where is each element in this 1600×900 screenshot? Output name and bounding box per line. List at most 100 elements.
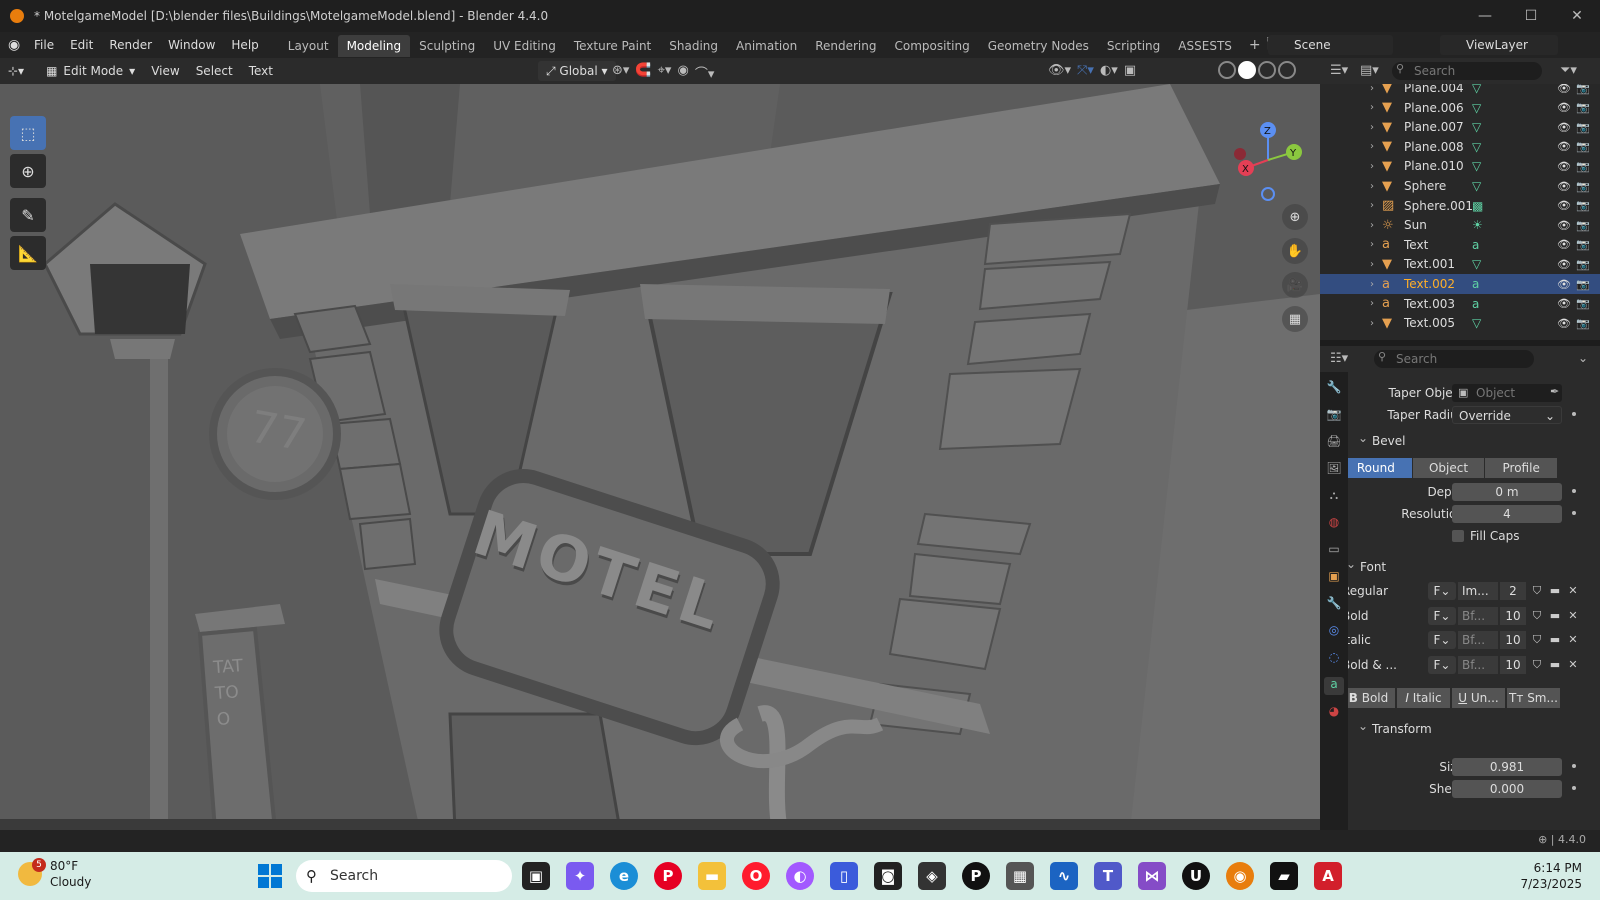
text-data-icon[interactable]: a xyxy=(1472,297,1479,311)
filter-icon[interactable]: ⏷▾ xyxy=(1560,63,1577,78)
outliner-row[interactable]: › ▼ Plane.008 ▽ 👁 📷 xyxy=(1320,137,1600,157)
tab-sculpting[interactable]: Sculpting xyxy=(410,35,484,57)
transform-panel-header[interactable]: Transform xyxy=(1354,715,1594,740)
chevron-right-icon[interactable]: › xyxy=(1370,84,1374,94)
gizmo-icon[interactable]: ⤧▾ xyxy=(1077,63,1094,78)
menu-view[interactable]: View xyxy=(143,64,187,78)
render-camera-icon[interactable]: 📷 xyxy=(1576,160,1590,173)
outliner-row[interactable]: › a Text.002 a 👁 📷 xyxy=(1320,274,1600,294)
bevel-profile-button[interactable]: Profile xyxy=(1485,458,1559,478)
figma-icon[interactable]: ◐ xyxy=(786,862,814,890)
view-layer-tab-icon[interactable]: 🖼 xyxy=(1324,461,1344,479)
outliner-row[interactable]: › ▼ Sphere ▽ 👁 📷 xyxy=(1320,176,1600,196)
render-camera-icon[interactable]: 📷 xyxy=(1576,238,1590,251)
outliner-row[interactable]: › ▼ Plane.010 ▽ 👁 📷 xyxy=(1320,156,1600,176)
taper-radius-dropdown[interactable]: Override ⌄ xyxy=(1452,406,1562,424)
weather-widget[interactable]: 5 80°F Cloudy xyxy=(18,858,91,890)
navigation-gizmo[interactable]: Z Y X xyxy=(1232,118,1308,202)
menu-edit[interactable]: Edit xyxy=(62,32,101,58)
eye-icon[interactable]: 👁 xyxy=(1557,278,1571,291)
fill-caps-checkbox[interactable] xyxy=(1452,530,1464,542)
outliner-row[interactable]: › ▼ Plane.007 ▽ 👁 📷 xyxy=(1320,117,1600,137)
tab-geometry-nodes[interactable]: Geometry Nodes xyxy=(979,35,1098,57)
render-camera-icon[interactable]: 📷 xyxy=(1576,199,1590,212)
add-workspace-icon[interactable]: + xyxy=(1241,37,1269,53)
chevron-right-icon[interactable]: › xyxy=(1370,200,1374,211)
eye-icon[interactable]: 👁 xyxy=(1557,180,1571,193)
eyedropper-icon[interactable]: ✒ xyxy=(1550,385,1559,398)
maximize-button[interactable]: ☐ xyxy=(1508,0,1554,32)
menu-help[interactable]: Help xyxy=(223,32,266,58)
tab-rendering[interactable]: Rendering xyxy=(806,35,885,57)
unlink-close-icon[interactable]: ✕ xyxy=(1564,582,1582,600)
epic-icon[interactable]: ▰ xyxy=(1270,862,1298,890)
fake-user-shield-icon[interactable]: ⛉ xyxy=(1528,631,1546,649)
italic-toggle-button[interactable]: I Italic xyxy=(1397,688,1450,708)
eye-icon[interactable]: 👁 xyxy=(1557,258,1571,271)
blender-menu-icon[interactable]: ◉ xyxy=(8,37,26,53)
pivot-icon[interactable]: ⊛▾ xyxy=(612,63,629,82)
tab-assests[interactable]: ASSESTS xyxy=(1169,35,1241,57)
mesh-data-icon[interactable]: ▽ xyxy=(1472,159,1481,173)
mesh-data-icon[interactable]: ▽ xyxy=(1472,179,1481,193)
copilot-icon[interactable]: ✦ xyxy=(566,862,594,890)
scene-selector[interactable]: Scene xyxy=(1268,35,1393,55)
falloff-icon[interactable]: ⌒▾ xyxy=(695,63,715,82)
proportional-edit-icon[interactable]: ◉ xyxy=(677,63,688,82)
solid-shading-icon[interactable] xyxy=(1238,61,1256,79)
tab-shading[interactable]: Shading xyxy=(660,35,727,57)
underline-toggle-button[interactable]: U Un... xyxy=(1452,688,1505,708)
resolution-field[interactable]: 4 xyxy=(1452,505,1562,523)
render-camera-icon[interactable]: 📷 xyxy=(1576,101,1590,114)
bevel-panel-header[interactable]: Bevel xyxy=(1354,427,1594,452)
eye-icon[interactable]: 👁 xyxy=(1557,101,1571,114)
opera-icon[interactable]: O xyxy=(742,862,770,890)
menu-window[interactable]: Window xyxy=(160,32,223,58)
bevel-object-button[interactable]: Object xyxy=(1412,458,1486,478)
pan-hand-icon[interactable]: ✋ xyxy=(1282,238,1308,264)
outliner-row[interactable]: › ☼ Sun ☀ 👁 📷 xyxy=(1320,215,1600,235)
text-data-icon[interactable]: a xyxy=(1472,238,1479,252)
render-camera-icon[interactable]: 📷 xyxy=(1576,297,1590,310)
snap-icon[interactable]: 🧲 xyxy=(635,63,651,82)
display-mode-icon[interactable]: ▤▾ xyxy=(1360,63,1379,78)
taper-object-field[interactable]: Object xyxy=(1452,384,1562,402)
viewlayer-selector[interactable]: ViewLayer xyxy=(1440,35,1558,55)
chevron-right-icon[interactable]: › xyxy=(1370,161,1374,172)
menu-file[interactable]: File xyxy=(26,32,62,58)
open-folder-icon[interactable]: ▬ xyxy=(1546,607,1564,625)
keyframe-dot[interactable] xyxy=(1572,511,1576,515)
app-p-icon[interactable]: P xyxy=(962,862,990,890)
small-caps-toggle-button[interactable]: Tт Sm... xyxy=(1507,688,1560,708)
render-camera-icon[interactable]: 📷 xyxy=(1576,180,1590,193)
eye-icon[interactable]: 👁 xyxy=(1557,121,1571,134)
camera-view-icon[interactable]: 🎥 xyxy=(1282,272,1308,298)
physics-tab-icon[interactable]: ◌ xyxy=(1324,650,1344,668)
outliner-row[interactable]: › ▼ Text.001 ▽ 👁 📷 xyxy=(1320,254,1600,274)
font-name-field[interactable]: Im... xyxy=(1458,582,1498,600)
tab-animation[interactable]: Animation xyxy=(727,35,806,57)
keyframe-dot[interactable] xyxy=(1572,786,1576,790)
tab-compositing[interactable]: Compositing xyxy=(885,35,978,57)
chevron-right-icon[interactable]: › xyxy=(1370,279,1374,290)
render-camera-icon[interactable]: 📷 xyxy=(1576,278,1590,291)
transform-orientation-dropdown[interactable]: ⤢ Global ▾ xyxy=(538,61,616,81)
unity-icon[interactable]: ◈ xyxy=(918,862,946,890)
eye-icon[interactable]: 👁 xyxy=(1557,84,1571,95)
3d-viewport[interactable]: MOTEL 77 TATTOO ⬚ ⊕ ✎ 📐 Z Y X ⊕ ✋ 🎥 ▦ xyxy=(0,84,1320,830)
keyframe-dot[interactable] xyxy=(1572,412,1576,416)
mesh-data-icon[interactable]: ▽ xyxy=(1472,140,1481,154)
mesh-data-icon[interactable]: ▽ xyxy=(1472,84,1481,95)
menu-render[interactable]: Render xyxy=(101,32,160,58)
close-button[interactable]: ✕ xyxy=(1554,0,1600,32)
render-tab-icon[interactable]: 📷 xyxy=(1324,407,1344,425)
notes-icon[interactable]: ▯ xyxy=(830,862,858,890)
render-camera-icon[interactable]: 📷 xyxy=(1576,258,1590,271)
chevron-right-icon[interactable]: › xyxy=(1370,239,1374,250)
chevron-right-icon[interactable]: › xyxy=(1370,102,1374,113)
minimize-button[interactable]: — xyxy=(1462,0,1508,32)
rendered-shading-icon[interactable] xyxy=(1278,61,1296,79)
depth-field[interactable]: 0 m xyxy=(1452,483,1562,501)
tab-uv-editing[interactable]: UV Editing xyxy=(484,35,565,57)
cursor-tool[interactable]: ⊕ xyxy=(10,154,46,188)
